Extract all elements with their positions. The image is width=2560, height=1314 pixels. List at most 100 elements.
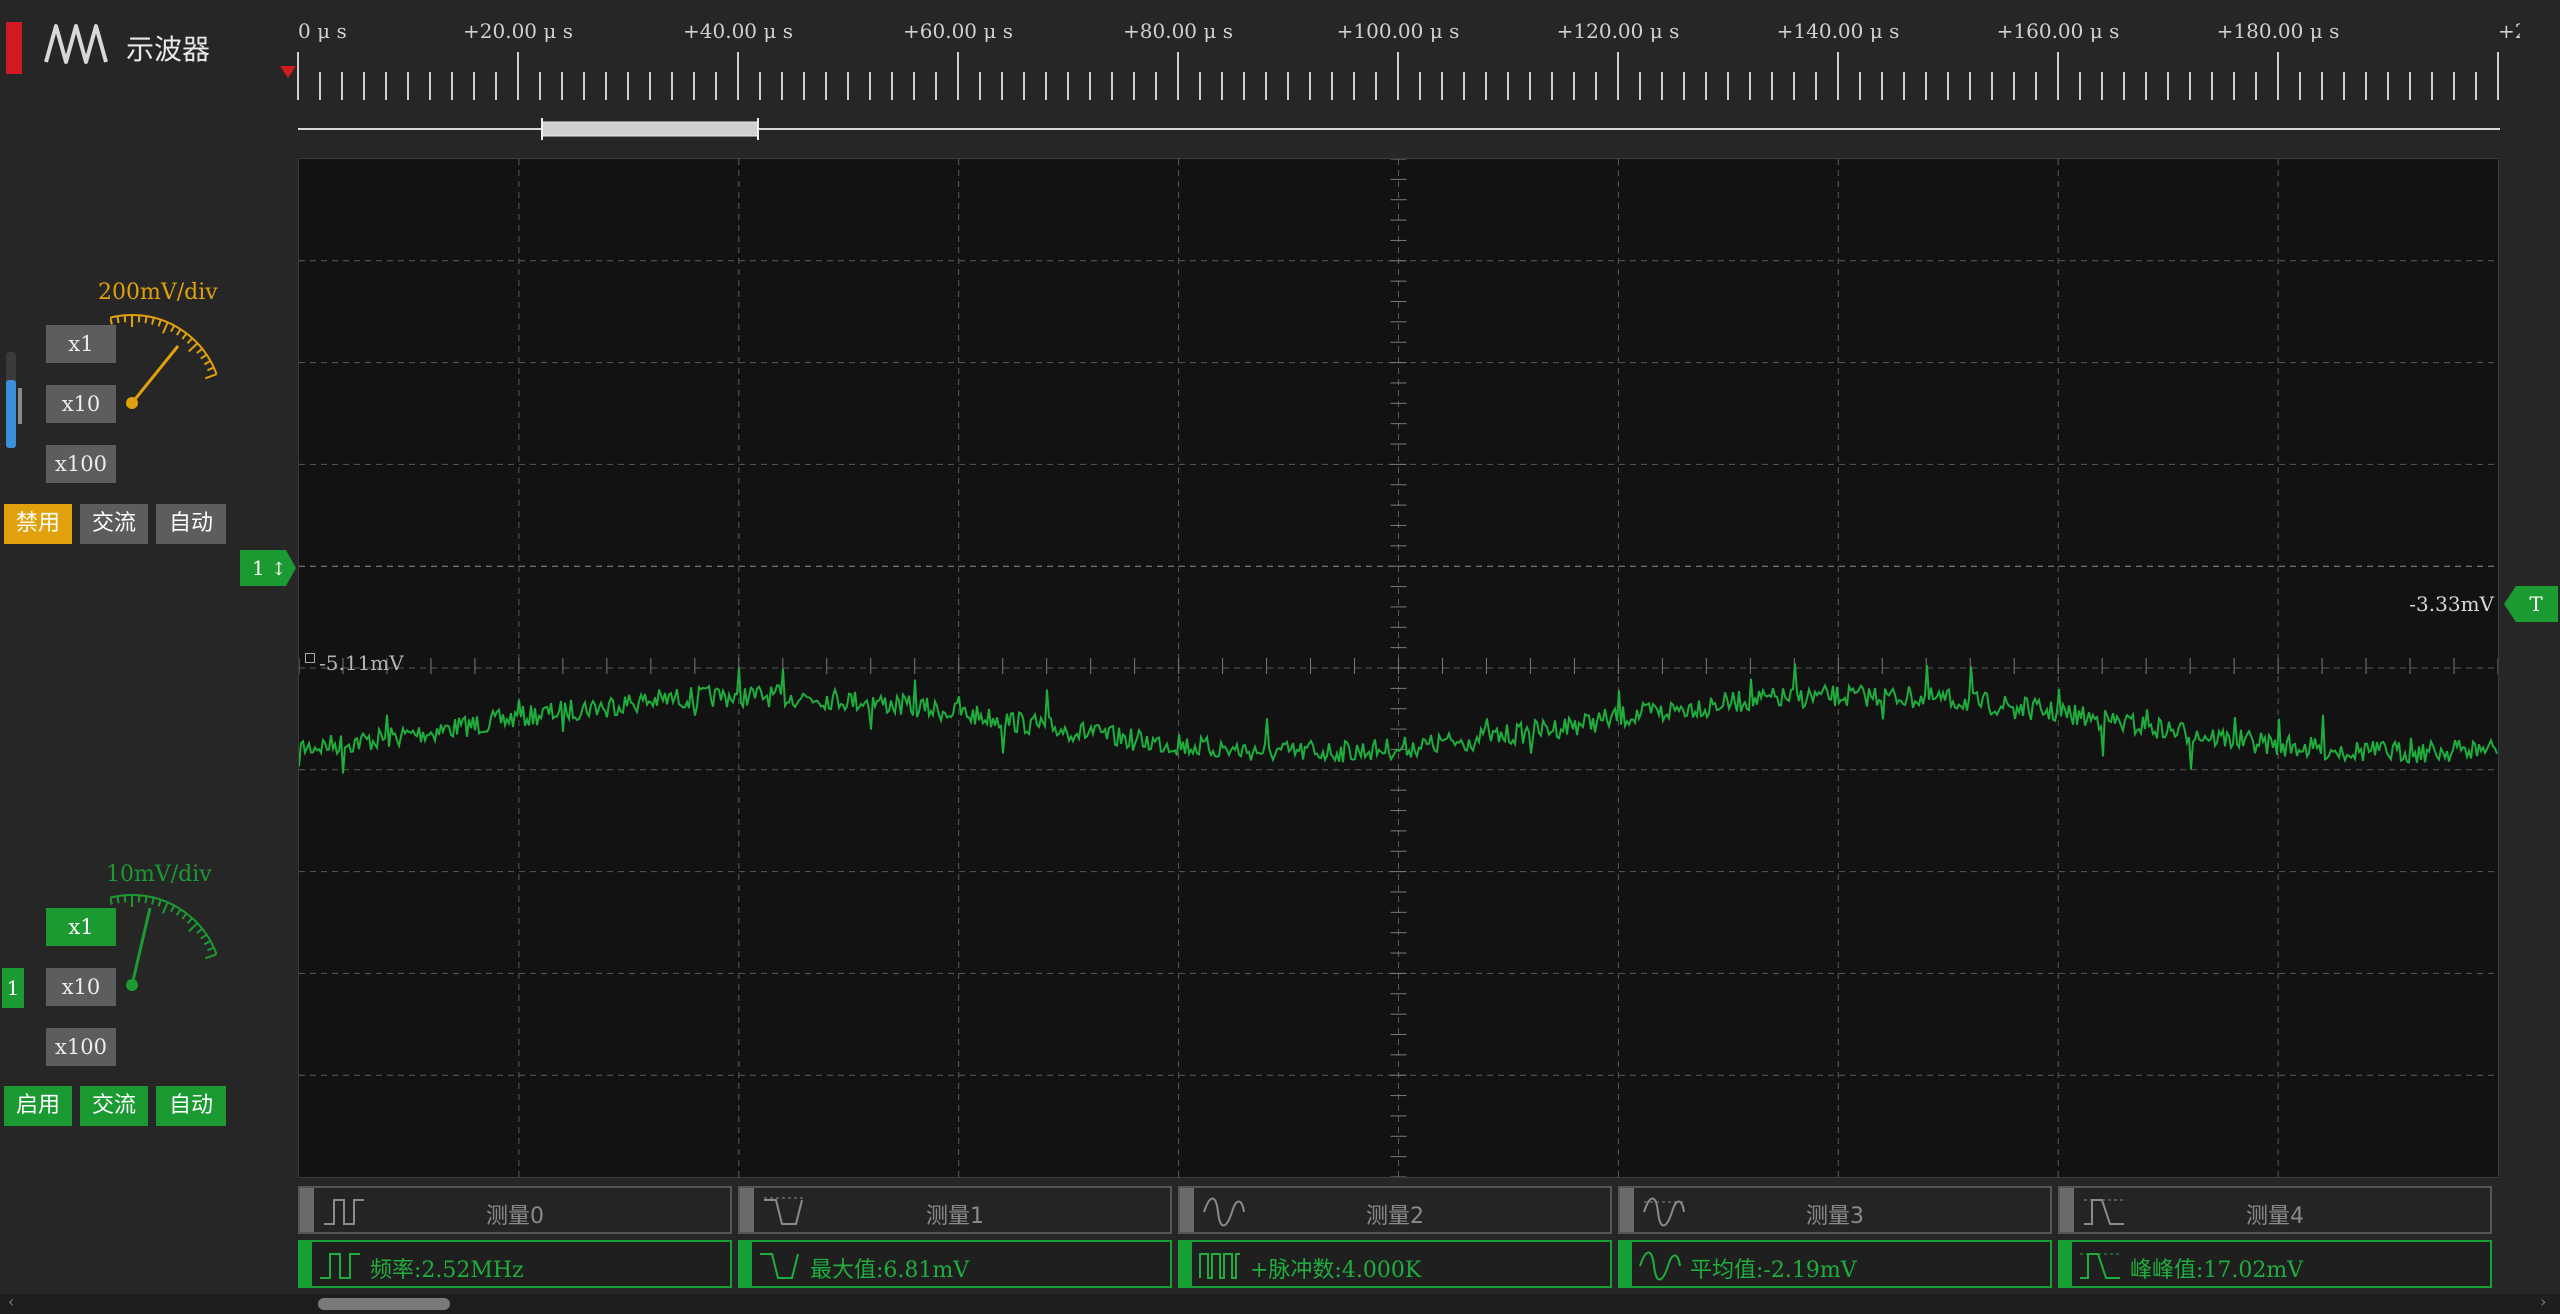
channel-a-x10-button[interactable]: x10 xyxy=(46,385,116,423)
measurement-4-value: 峰峰值:17.02mV xyxy=(2130,1258,2304,1283)
time-ruler[interactable]: 0 μ s +20.00 μ s +40.00 μ s +60.00 μ s +80.0… xyxy=(280,14,2520,154)
time-label: +60.00 μ s xyxy=(903,19,1013,43)
measurement-1-value-box[interactable]: 最大值:6.81mV xyxy=(738,1240,1172,1288)
knob-tick xyxy=(137,895,141,903)
channel-a-x1-button[interactable]: x1 xyxy=(46,325,116,363)
channel-a-disable-button[interactable]: 禁用 xyxy=(4,504,72,544)
knob-tick xyxy=(175,328,182,336)
measurement-3-value-box[interactable]: 平均值:-2.19mV xyxy=(1618,1240,2052,1288)
knob-tick xyxy=(151,897,155,905)
knob-tick xyxy=(203,360,211,366)
channel-b-volts-knob[interactable] xyxy=(110,890,240,1080)
knob-tick xyxy=(144,896,148,904)
measurement-3-title: 测量3 xyxy=(1806,1204,1864,1229)
measurement-4-value-box[interactable]: 峰峰值:17.02mV xyxy=(2058,1240,2492,1288)
measurement-2-value-box[interactable]: +脉冲数:4.000K xyxy=(1178,1240,1612,1288)
measurement-0-header[interactable]: 测量0 xyxy=(298,1186,732,1234)
time-label: 0 μ s xyxy=(298,19,347,43)
knob-tick xyxy=(161,321,169,334)
scope-screen[interactable]: -5.11mV -3.33mV xyxy=(298,158,2499,1178)
scroll-right-icon[interactable]: › xyxy=(2540,1292,2546,1311)
knob-tick xyxy=(161,901,169,914)
knob-tick xyxy=(188,342,199,353)
knob-tick xyxy=(123,315,127,323)
time-axis-ticks xyxy=(297,52,2499,100)
knob-tick xyxy=(200,933,208,940)
channel-a-auto-button[interactable]: 自动 xyxy=(156,504,226,544)
trigger-tag[interactable]: T xyxy=(2504,586,2558,622)
channel-b-volts-div: 10mV/div xyxy=(106,862,212,887)
knob-tick xyxy=(170,325,176,333)
measurement-2-header[interactable]: 测量2 xyxy=(1178,1186,1612,1234)
channel-1-marker[interactable]: 1 ↕ xyxy=(240,550,296,586)
knob-tick xyxy=(181,332,188,340)
horizontal-scroll-thumb[interactable] xyxy=(318,1298,450,1310)
measurement-4-title: 测量4 xyxy=(2246,1204,2304,1229)
measurement-3-header[interactable]: 测量3 xyxy=(1618,1186,2052,1234)
app-logo xyxy=(6,22,22,74)
knob-tick xyxy=(196,347,203,354)
offset-marker-icon xyxy=(305,653,315,663)
pulse-count-icon xyxy=(1199,1253,1240,1279)
scroll-left-icon[interactable]: ‹ xyxy=(8,1292,14,1311)
time-label: +40.00 μ s xyxy=(683,19,793,43)
knob-tick xyxy=(175,908,182,916)
time-label: +200. xyxy=(2498,19,2520,43)
channel-b-x1-button[interactable]: x1 xyxy=(46,908,116,946)
measurement-2-title: 测量2 xyxy=(1366,1204,1424,1229)
channel-a-x100-button[interactable]: x100 xyxy=(46,445,116,483)
measurement-4-header[interactable]: 测量4 xyxy=(2058,1186,2492,1234)
trigger-level-label: -3.33mV xyxy=(2409,592,2494,616)
wave-icon xyxy=(42,20,114,72)
knob-tick xyxy=(151,317,155,325)
up-down-arrow-icon: ↕ xyxy=(271,559,287,580)
channel-b-x100-button[interactable]: x100 xyxy=(46,1028,116,1066)
channel-b-tag[interactable]: 1 xyxy=(2,968,24,1008)
channel-a-volts-knob[interactable] xyxy=(110,310,240,500)
knob-tick xyxy=(204,373,217,380)
offset-label: -5.11mV xyxy=(319,651,404,675)
measurement-1-value: 最大值:6.81mV xyxy=(810,1258,970,1283)
value-handle xyxy=(740,1242,752,1286)
channel-a-level-slider[interactable] xyxy=(6,352,16,448)
knob-tick xyxy=(186,917,193,924)
app-title: 示波器 xyxy=(126,33,211,66)
knob-tick xyxy=(144,316,148,324)
average-wave-icon xyxy=(1639,1251,1681,1281)
knob-tick xyxy=(116,316,120,324)
channel-1-marker-label: 1 xyxy=(252,556,265,580)
knob-tick xyxy=(110,897,113,905)
time-axis-labels: 0 μ s +20.00 μ s +40.00 μ s +60.00 μ s +80.0… xyxy=(298,19,2520,43)
trigger-tag-label: T xyxy=(2529,592,2543,616)
measurement-1-title: 测量1 xyxy=(926,1204,984,1229)
knob-tick xyxy=(157,899,162,907)
time-label: +80.00 μ s xyxy=(1123,19,1233,43)
knob-tick xyxy=(123,895,127,903)
value-handle xyxy=(300,1242,312,1286)
measurement-3-value: 平均值:-2.19mV xyxy=(1690,1258,1857,1283)
channel-b-enable-button[interactable]: 启用 xyxy=(4,1086,72,1126)
knob-tick xyxy=(204,953,217,960)
measurement-0-value: 频率:2.52MHz xyxy=(370,1258,524,1283)
frequency-icon xyxy=(320,1253,360,1279)
time-label: +180.00 μ s xyxy=(2217,19,2340,43)
time-label: +140.00 μ s xyxy=(1777,19,1900,43)
time-label: +100.00 μ s xyxy=(1337,19,1460,43)
knob-tick xyxy=(200,353,208,360)
channel-b-ac-button[interactable]: 交流 xyxy=(80,1086,148,1126)
knob-arc xyxy=(110,894,218,955)
measurement-0-title: 测量0 xyxy=(486,1204,544,1229)
channel-b-auto-button[interactable]: 自动 xyxy=(156,1086,226,1126)
value-handle xyxy=(1620,1242,1632,1286)
peak-to-peak-icon xyxy=(2080,1253,2120,1279)
knob-tick xyxy=(188,922,199,933)
trigger-position-icon xyxy=(280,66,296,78)
measurement-1-header[interactable]: 测量1 xyxy=(738,1186,1172,1234)
channel-b-x10-button[interactable]: x10 xyxy=(46,968,116,1006)
measurement-0-value-box[interactable]: 频率:2.52MHz xyxy=(298,1240,732,1288)
time-label: +160.00 μ s xyxy=(1997,19,2120,43)
channel-a-ac-button[interactable]: 交流 xyxy=(80,504,148,544)
knob-tick xyxy=(116,896,120,904)
measurement-2-value: +脉冲数:4.000K xyxy=(1250,1258,1422,1283)
slider-notch xyxy=(18,388,22,424)
